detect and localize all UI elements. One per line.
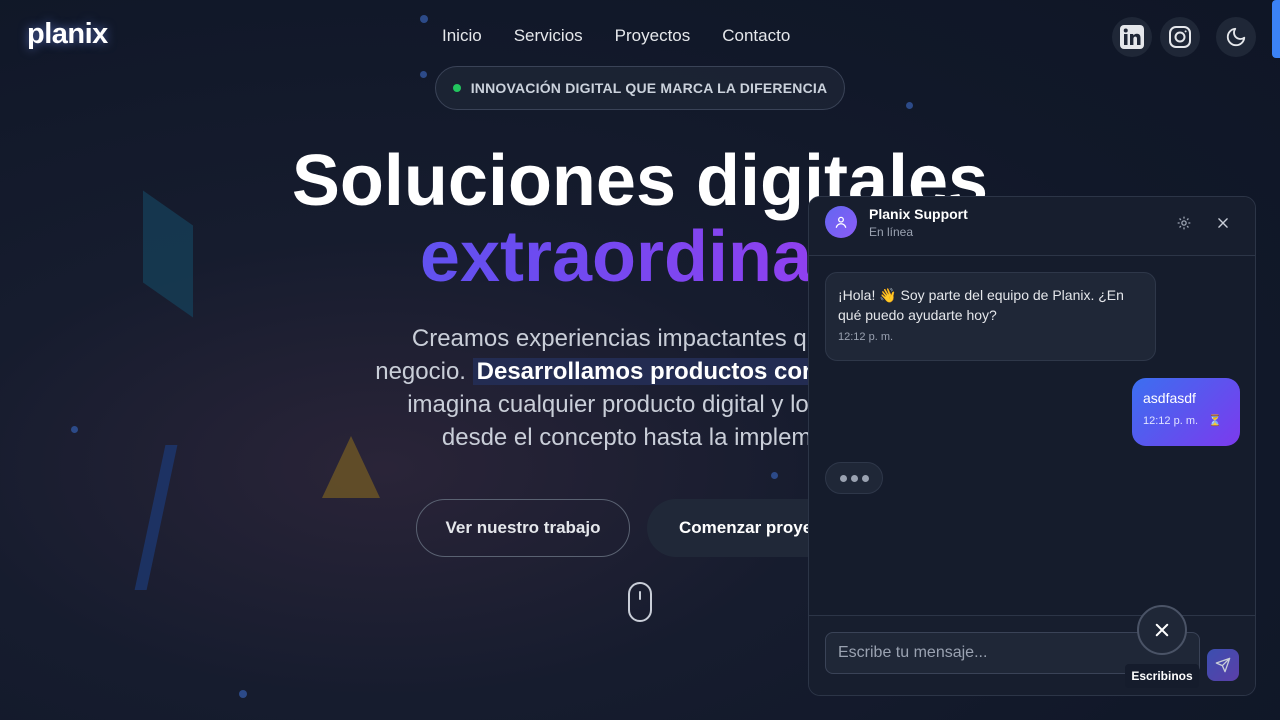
hourglass-icon: ⏳	[1208, 415, 1222, 427]
support-avatar	[825, 206, 857, 238]
view-work-button[interactable]: Ver nuestro trabajo	[416, 499, 630, 557]
scroll-mouse-icon[interactable]	[628, 582, 652, 622]
moon-icon	[1226, 27, 1246, 47]
hero-subtitle-line1: Creamos experiencias impactantes que tra	[411, 325, 869, 352]
status-dot	[452, 84, 461, 92]
send-button[interactable]	[1207, 649, 1239, 681]
outgoing-message-time: 12:12 p. m.	[1143, 414, 1199, 427]
incoming-message-text: ¡Hola! 👋 Soy parte del equipo de Planix.…	[838, 287, 1124, 323]
bg-dot	[771, 472, 778, 479]
nav-link-proyectos[interactable]: Proyectos	[615, 26, 691, 46]
bg-dot	[239, 690, 247, 698]
bg-dot	[906, 102, 913, 109]
nav-link-contacto[interactable]: Contacto	[722, 26, 790, 46]
incoming-message-time: 12:12 p. m.	[838, 331, 894, 343]
chat-close-button[interactable]	[1213, 213, 1233, 233]
hero-badge: INNOVACIÓN DIGITAL QUE MARCA LA DIFERENC…	[435, 66, 845, 110]
bg-dot	[420, 71, 427, 78]
bg-shape-line	[134, 445, 178, 590]
hero-subtitle-line2a: negocio.	[375, 358, 466, 385]
outgoing-message-text: asdfasdf	[1143, 390, 1196, 406]
bg-dot	[420, 15, 428, 23]
instagram-button[interactable]	[1160, 17, 1200, 57]
hero-subtitle-line4: desde el concepto hasta la implemen	[441, 424, 839, 451]
send-icon	[1215, 657, 1231, 673]
outgoing-message: asdfasdf 12:12 p. m. ⏳	[1132, 378, 1240, 446]
chat-status: En línea	[869, 225, 914, 239]
chat-toggle-label: Escribinos	[1125, 664, 1199, 688]
chat-settings-button[interactable]	[1174, 213, 1194, 233]
chat-title: Planix Support	[869, 206, 968, 222]
nav-link-inicio[interactable]: Inicio	[442, 26, 482, 46]
user-icon	[835, 216, 847, 228]
linkedin-button[interactable]	[1112, 17, 1152, 57]
linkedin-icon	[1120, 25, 1144, 49]
instagram-icon	[1169, 26, 1191, 48]
edge-scroll-indicator	[1272, 0, 1280, 58]
typing-dot	[839, 474, 847, 482]
nav-link-servicios[interactable]: Servicios	[514, 26, 583, 46]
close-icon	[1218, 218, 1228, 228]
bg-dot	[71, 426, 78, 433]
chat-toggle-button[interactable]	[1137, 605, 1187, 655]
main-nav: Inicio Servicios Proyectos Contacto	[442, 26, 822, 46]
outgoing-message-meta: 12:12 p. m. ⏳	[1143, 414, 1229, 428]
hero-subtitle-line3: imagina cualquier producto digital y lo …	[407, 391, 873, 418]
chat-widget: Planix Support En línea ¡Hola! 👋 Soy par…	[808, 196, 1256, 696]
chat-header: Planix Support En línea	[809, 197, 1255, 256]
gear-icon	[1177, 216, 1191, 230]
incoming-message: ¡Hola! 👋 Soy parte del equipo de Planix.…	[825, 272, 1156, 361]
typing-dot	[861, 474, 869, 482]
typing-dot	[850, 474, 858, 482]
theme-toggle-button[interactable]	[1216, 17, 1256, 57]
logo[interactable]: planix	[27, 18, 108, 51]
close-icon	[1155, 623, 1169, 637]
hero-badge-text: INNOVACIÓN DIGITAL QUE MARCA LA DIFERENC…	[470, 80, 828, 96]
typing-indicator	[825, 462, 883, 494]
